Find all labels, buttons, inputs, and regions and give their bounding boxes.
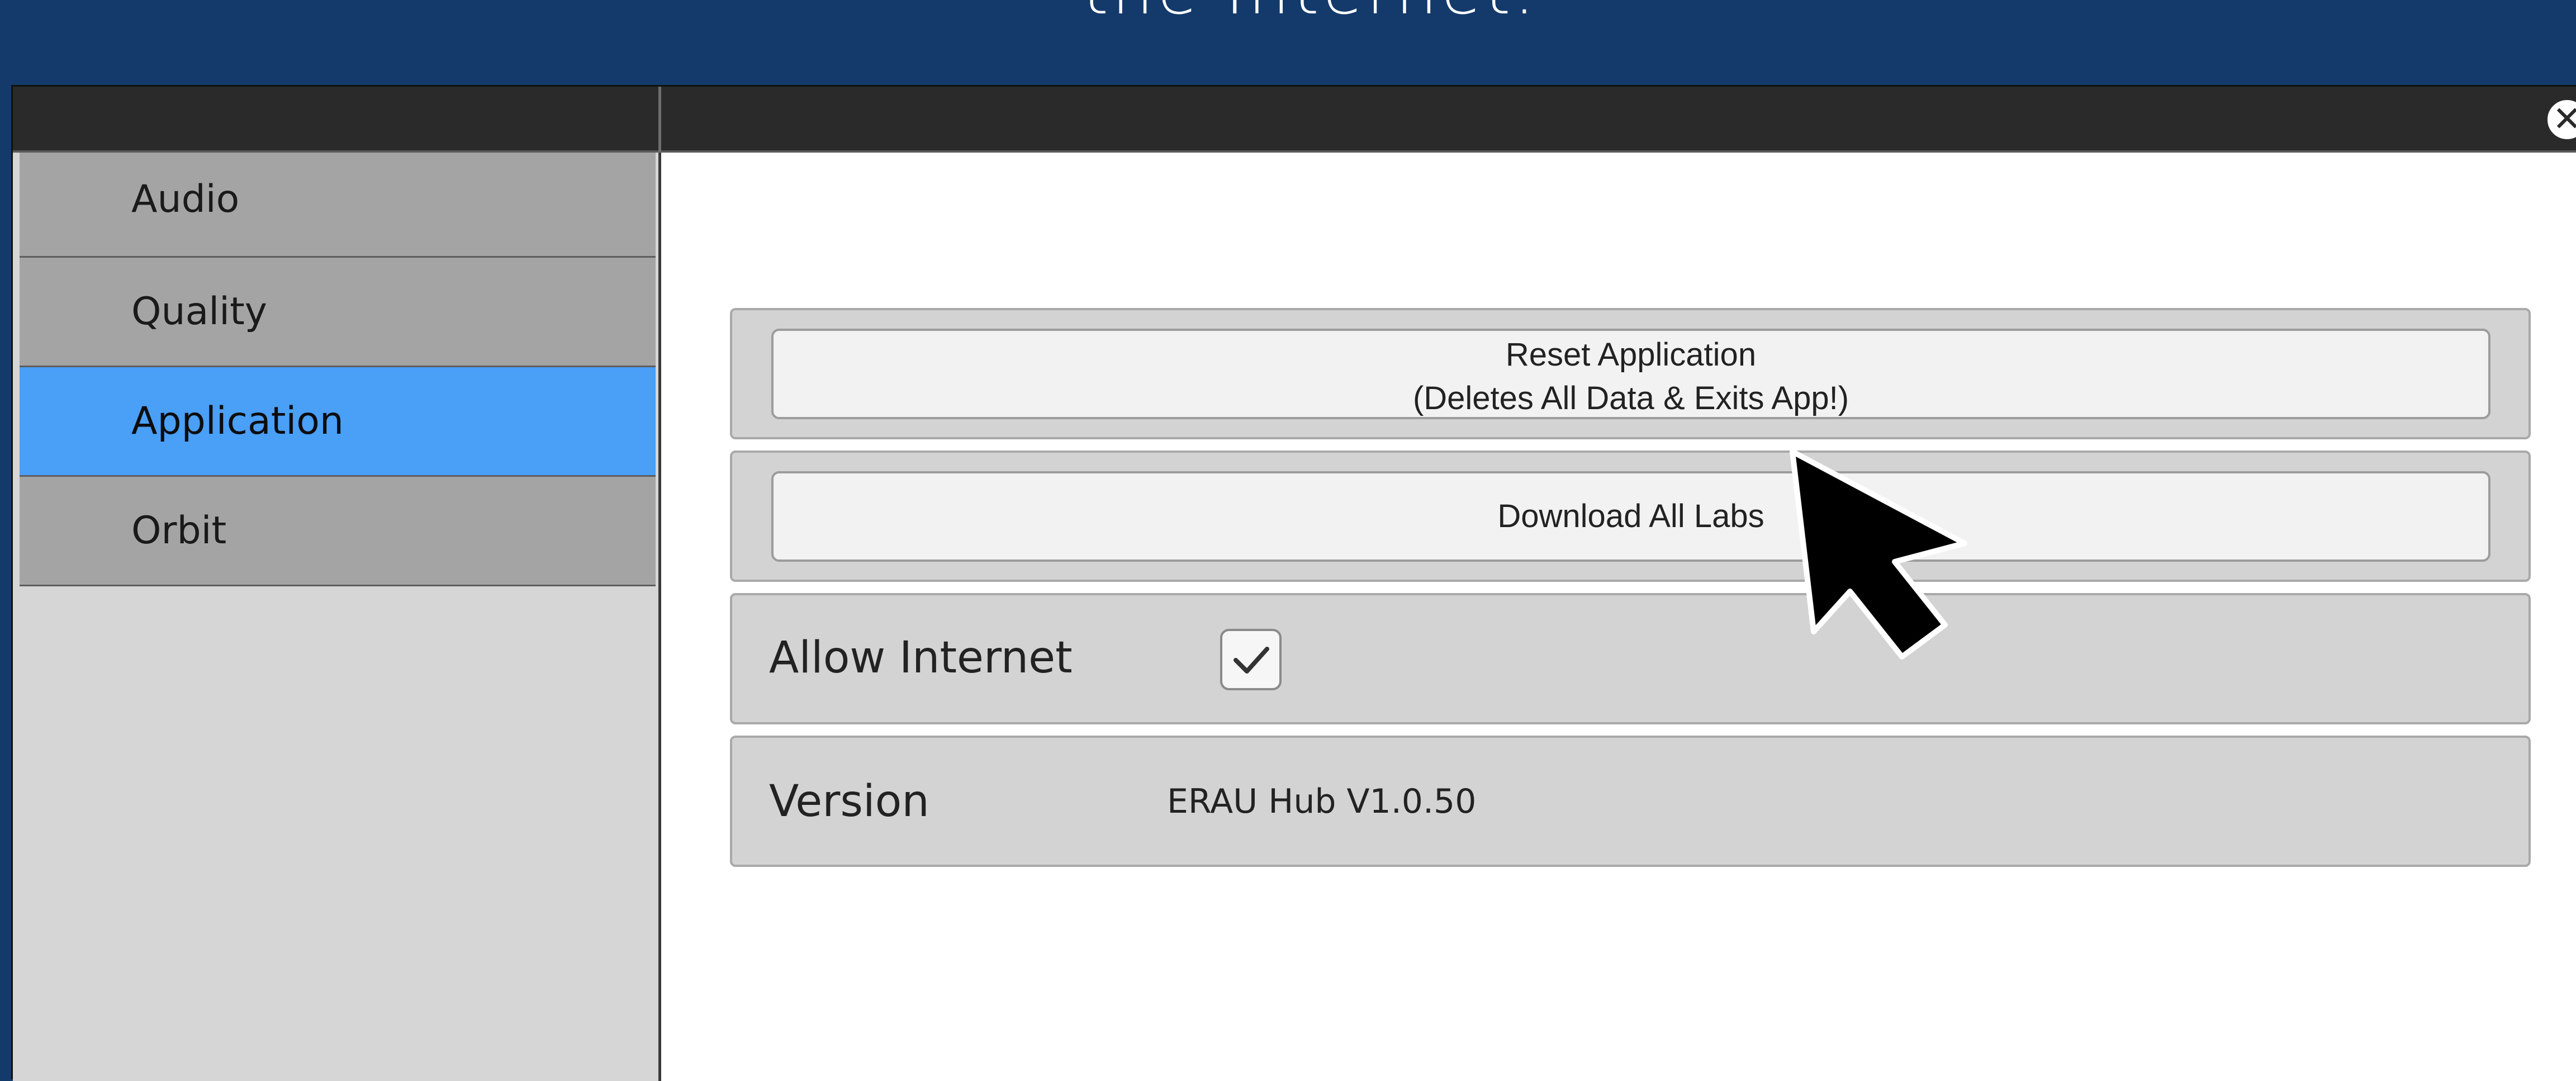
allow-internet-row: Allow Internet xyxy=(730,593,2531,724)
allow-internet-checkbox[interactable] xyxy=(1220,629,1282,690)
reset-application-row: Reset Application (Deletes All Data & Ex… xyxy=(730,308,2531,439)
allow-internet-label: Allow Internet xyxy=(769,633,1073,683)
reset-button-warning: (Deletes All Data & Exits App!) xyxy=(1412,380,1849,416)
settings-dialog: ✕ Audio Quality Application Orbit Reset … xyxy=(11,85,2576,1081)
banner-caption: the Internet. xyxy=(0,0,2576,32)
version-label: Version xyxy=(769,776,929,827)
reset-button-title: Reset Application xyxy=(1505,336,1757,373)
sidebar-item-application[interactable]: Application xyxy=(20,367,656,477)
sidebar-item-label: Orbit xyxy=(131,509,227,553)
title-bar-divider xyxy=(658,87,661,153)
sidebar-item-quality[interactable]: Quality xyxy=(20,258,656,367)
download-labs-row: Download All Labs xyxy=(730,451,2531,582)
download-all-labs-button[interactable]: Download All Labs xyxy=(771,471,2490,562)
sidebar-item-label: Audio xyxy=(131,177,240,221)
sidebar-item-audio[interactable]: Audio xyxy=(20,153,656,258)
sidebar-item-orbit[interactable]: Orbit xyxy=(20,477,656,586)
download-button-label: Download All Labs xyxy=(1497,498,1764,534)
mouse-cursor-icon xyxy=(1790,449,1967,660)
sidebar-item-label: Application xyxy=(131,399,344,443)
reset-application-button[interactable]: Reset Application (Deletes All Data & Ex… xyxy=(771,329,2490,419)
top-banner: the Internet. xyxy=(0,0,2576,85)
sidebar-item-label: Quality xyxy=(131,290,267,334)
version-row: Version ERAU Hub V1.0.50 xyxy=(730,736,2531,867)
application-settings-panel: Reset Application (Deletes All Data & Ex… xyxy=(661,153,2576,1081)
dialog-title-bar xyxy=(13,87,2576,153)
checkmark-icon xyxy=(1234,647,1269,674)
settings-sidebar: Audio Quality Application Orbit xyxy=(13,153,661,1081)
version-value: ERAU Hub V1.0.50 xyxy=(1167,782,1477,821)
